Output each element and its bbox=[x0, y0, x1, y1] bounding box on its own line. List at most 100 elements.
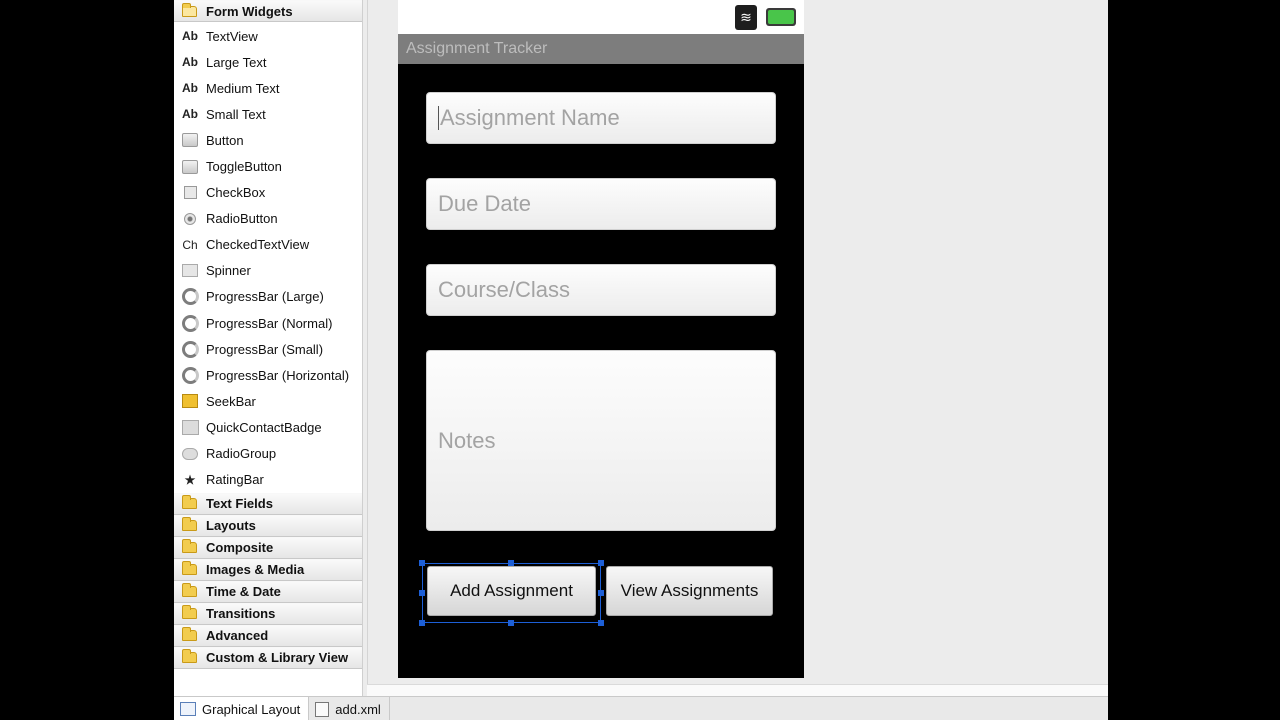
widget-seekbar[interactable]: SeekBar bbox=[174, 388, 362, 414]
widget-label: Small Text bbox=[206, 106, 266, 122]
radio-group-icon bbox=[180, 446, 200, 462]
toggle-button-icon bbox=[180, 159, 200, 175]
category-images-media[interactable]: Images & Media bbox=[174, 558, 362, 581]
status-bar: ≋ bbox=[398, 0, 804, 34]
category-label: Custom & Library View bbox=[206, 650, 349, 666]
tab-graphical-layout[interactable]: Graphical Layout bbox=[174, 697, 310, 720]
widget-checkbox[interactable]: CheckBox bbox=[174, 180, 362, 206]
category-form-widgets[interactable]: Form Widgets bbox=[174, 0, 362, 22]
folder-icon bbox=[182, 495, 197, 510]
course-field[interactable]: Course/Class bbox=[426, 264, 776, 316]
resize-handle[interactable] bbox=[419, 560, 425, 566]
resize-handle[interactable] bbox=[419, 620, 425, 626]
notes-field[interactable]: Notes bbox=[426, 350, 776, 531]
widget-label: ToggleButton bbox=[206, 159, 282, 175]
category-label: Composite bbox=[206, 540, 274, 556]
resize-handle[interactable] bbox=[508, 560, 514, 566]
category-time-date[interactable]: Time & Date bbox=[174, 580, 362, 603]
progress-icon bbox=[180, 366, 200, 384]
text-cursor bbox=[438, 106, 439, 130]
layout-icon bbox=[180, 702, 196, 716]
widget-label: ProgressBar (Normal) bbox=[206, 315, 333, 331]
category-text-fields[interactable]: Text Fields bbox=[174, 492, 362, 515]
widget-progressbar-small[interactable]: ProgressBar (Small) bbox=[174, 336, 362, 362]
category-composite[interactable]: Composite bbox=[174, 536, 362, 559]
widget-textview[interactable]: Ab TextView bbox=[174, 23, 362, 49]
category-label: Images & Media bbox=[206, 562, 305, 578]
due-date-field[interactable]: Due Date bbox=[426, 178, 776, 230]
widget-radio-button[interactable]: RadioButton bbox=[174, 206, 362, 232]
widget-label: Spinner bbox=[206, 263, 251, 279]
screen: Form Widgets Ab TextView Ab Large Text A… bbox=[0, 0, 1280, 720]
widget-large-text[interactable]: Ab Large Text bbox=[174, 49, 362, 75]
widget-label: Large Text bbox=[206, 54, 267, 70]
widget-radio-group[interactable]: RadioGroup bbox=[174, 441, 362, 467]
widget-label: RadioGroup bbox=[206, 446, 277, 462]
notes-hint: Notes bbox=[438, 427, 496, 453]
widget-label: TextView bbox=[206, 28, 258, 44]
widget-small-text[interactable]: Ab Small Text bbox=[174, 101, 362, 127]
widget-checked-text-view[interactable]: Ch CheckedTextView bbox=[174, 232, 362, 258]
resize-handle[interactable] bbox=[508, 620, 514, 626]
widget-toggle-button[interactable]: ToggleButton bbox=[174, 153, 362, 179]
folder-icon bbox=[182, 561, 197, 576]
widget-progressbar-horizontal[interactable]: ProgressBar (Horizontal) bbox=[174, 362, 362, 388]
progress-icon bbox=[180, 314, 200, 332]
widget-spinner[interactable]: Spinner bbox=[174, 258, 362, 284]
widget-progressbar-large[interactable]: ProgressBar (Large) bbox=[174, 284, 362, 310]
tab-label: add.xml bbox=[335, 701, 381, 717]
selection-outline bbox=[419, 560, 604, 626]
widget-medium-text[interactable]: Ab Medium Text bbox=[174, 75, 362, 101]
eclipse-layout-editor: Form Widgets Ab TextView Ab Large Text A… bbox=[174, 0, 1108, 720]
resize-handle[interactable] bbox=[598, 620, 604, 626]
assignment-name-hint: Assignment Name bbox=[440, 105, 620, 130]
resize-handle[interactable] bbox=[598, 560, 604, 566]
resize-handle[interactable] bbox=[419, 590, 425, 596]
widget-button[interactable]: Button bbox=[174, 127, 362, 153]
category-label: Form Widgets bbox=[206, 3, 293, 19]
due-date-hint: Due Date bbox=[438, 191, 531, 216]
device-preview: ≋ Assignment Tracker Assignment Name Due… bbox=[398, 0, 804, 678]
xml-file-icon bbox=[315, 701, 330, 717]
assignment-name-field[interactable]: Assignment Name bbox=[426, 92, 776, 144]
category-label: Advanced bbox=[206, 628, 269, 644]
editor-tabs: Graphical Layout add.xml bbox=[174, 696, 1108, 720]
widget-label: ProgressBar (Small) bbox=[206, 341, 324, 357]
category-label: Transitions bbox=[206, 606, 276, 622]
category-label: Text Fields bbox=[206, 496, 273, 512]
widget-label: ProgressBar (Large) bbox=[206, 289, 324, 305]
widget-label: RatingBar bbox=[206, 472, 264, 488]
widget-list: Ab TextView Ab Large Text Ab Medium Text… bbox=[174, 22, 362, 493]
button-icon bbox=[180, 132, 200, 148]
horizontal-scrollbar[interactable] bbox=[367, 684, 1108, 696]
checked-text-icon: Ch bbox=[182, 237, 198, 252]
widget-label: Medium Text bbox=[206, 80, 280, 96]
category-label: Layouts bbox=[206, 518, 256, 534]
folder-open-icon bbox=[182, 2, 197, 17]
spinner-icon bbox=[180, 263, 200, 279]
view-assignments-label: View Assignments bbox=[620, 581, 759, 600]
folder-icon bbox=[182, 517, 197, 532]
category-transitions[interactable]: Transitions bbox=[174, 602, 362, 625]
course-hint: Course/Class bbox=[438, 277, 571, 302]
category-label: Time & Date bbox=[206, 584, 281, 600]
contact-badge-icon bbox=[180, 419, 200, 435]
checkbox-icon bbox=[180, 185, 200, 201]
resize-handle[interactable] bbox=[598, 590, 604, 596]
layout-canvas[interactable]: ≋ Assignment Tracker Assignment Name Due… bbox=[367, 0, 1105, 684]
widget-palette: Form Widgets Ab TextView Ab Large Text A… bbox=[174, 0, 363, 696]
widget-progressbar-normal[interactable]: ProgressBar (Normal) bbox=[174, 310, 362, 336]
widget-quick-contact-badge[interactable]: QuickContactBadge bbox=[174, 414, 362, 440]
folder-icon bbox=[182, 649, 197, 664]
widget-rating-bar[interactable]: ★ RatingBar bbox=[174, 467, 362, 493]
widget-label: RadioButton bbox=[206, 211, 278, 227]
battery-icon bbox=[766, 8, 796, 26]
category-custom-library[interactable]: Custom & Library View bbox=[174, 646, 362, 669]
category-layouts[interactable]: Layouts bbox=[174, 514, 362, 537]
tab-label: Graphical Layout bbox=[202, 701, 301, 717]
category-advanced[interactable]: Advanced bbox=[174, 624, 362, 647]
radio-button-icon bbox=[180, 211, 200, 227]
text-widget-icon: Ab bbox=[182, 55, 198, 70]
tab-xml[interactable]: add.xml bbox=[309, 697, 390, 720]
view-assignments-button[interactable]: View Assignments bbox=[606, 566, 773, 616]
